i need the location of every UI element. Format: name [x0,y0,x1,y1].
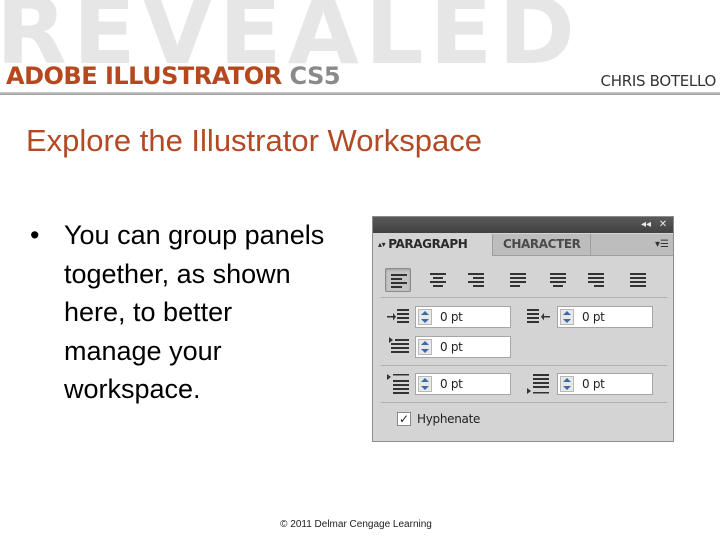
tab-paragraph-label: PARAGRAPH [388,237,468,251]
align-right-icon [468,273,484,287]
first-line-indent-field[interactable]: 0 pt [415,336,511,358]
hyphenate-label: Hyphenate [417,412,481,426]
align-left-icon [391,274,407,288]
left-indent-icon [385,306,411,328]
justify-last-right-icon [588,273,604,287]
header-banner: REVEALED ADOBE ILLUSTRATOR CS5 CHRIS BOT… [0,0,720,98]
tab-paragraph[interactable]: ▴▾ PARAGRAPH [373,234,493,256]
paragraph-panel: ◂◂ ✕ ▴▾ PARAGRAPH CHARACTER ▾☰ 0 pt 0 pt… [372,216,674,442]
copyright-text: © 2011 Delmar Cengage Learning [280,519,432,530]
product-name: ADOBE ILLUSTRATOR CS5 [6,62,341,90]
right-indent-value: 0 pt [582,310,605,324]
panel-menu-icon[interactable]: ▾☰ [655,234,669,255]
align-center-icon [430,273,446,287]
space-after-stepper[interactable] [560,376,574,392]
product-name-main: ADOBE ILLUSTRATOR [6,62,282,90]
bullet-item: • You can group panels together, as show… [30,216,330,409]
space-before-stepper[interactable] [418,376,432,392]
right-indent-stepper[interactable] [560,309,574,325]
tab-character[interactable]: CHARACTER [495,234,591,255]
justify-all-icon [630,273,646,287]
close-icon[interactable]: ✕ [656,218,670,232]
space-after-value: 0 pt [582,377,605,391]
align-center-button[interactable] [425,268,451,292]
tab-stepper-icon: ▴▾ [378,240,386,249]
slide-title: Explore the Illustrator Workspace [26,123,483,158]
panel-titlebar[interactable]: ◂◂ ✕ [373,217,673,233]
space-before-icon [385,373,411,395]
header-divider [0,92,720,95]
right-indent-icon [525,306,551,328]
justify-last-center-icon [550,273,566,287]
align-right-button[interactable] [463,268,489,292]
left-indent-stepper[interactable] [418,309,432,325]
justify-last-center-button[interactable] [545,268,571,292]
align-left-button[interactable] [385,268,411,292]
panel-divider [381,402,667,403]
panel-divider [381,297,667,298]
first-line-indent-value: 0 pt [440,340,463,354]
space-before-value: 0 pt [440,377,463,391]
panel-tabs: ▴▾ PARAGRAPH CHARACTER ▾☰ [373,234,673,256]
bullet-list: • You can group panels together, as show… [30,216,330,409]
right-indent-field[interactable]: 0 pt [557,306,653,328]
space-after-field[interactable]: 0 pt [557,373,653,395]
justify-last-right-button[interactable] [583,268,609,292]
justify-all-button[interactable] [625,268,651,292]
left-indent-field[interactable]: 0 pt [415,306,511,328]
collapse-icon[interactable]: ◂◂ [639,218,653,232]
panel-divider [381,365,667,366]
first-line-indent-icon [385,336,411,358]
author-name: CHRIS BOTELLO [600,72,717,90]
product-name-version: CS5 [281,62,341,90]
tab-character-label: CHARACTER [503,237,581,251]
first-line-indent-stepper[interactable] [418,339,432,355]
justify-last-left-button[interactable] [505,268,531,292]
justify-last-left-icon [510,273,526,287]
bullet-text: You can group panels together, as shown … [64,220,325,404]
hyphenate-checkbox[interactable]: ✓ [397,412,411,426]
left-indent-value: 0 pt [440,310,463,324]
space-before-field[interactable]: 0 pt [415,373,511,395]
footer: © 2011 Delmar Cengage Learning [0,519,720,530]
space-after-icon [525,373,551,395]
bullet-marker: • [30,220,40,250]
